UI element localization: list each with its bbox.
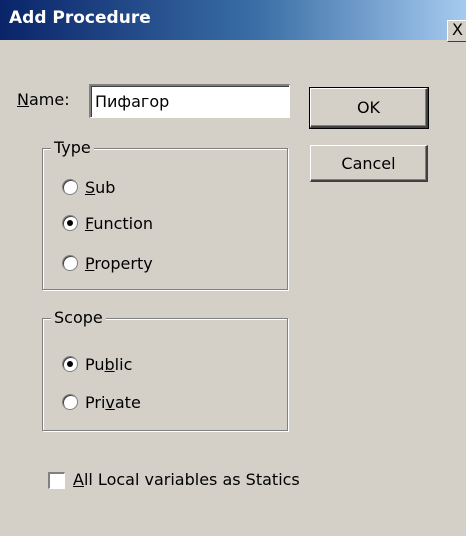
close-button[interactable]: X (447, 20, 466, 42)
radio-public-label: Public (85, 354, 132, 376)
type-group-legend: Type (51, 137, 94, 159)
radio-public-button[interactable] (62, 356, 78, 372)
radio-function-rest: unction (93, 214, 154, 233)
radio-private-accel: v (105, 393, 115, 412)
radio-public-accel: b (104, 355, 115, 374)
radio-private-label: Private (85, 392, 141, 414)
statics-checkbox-accel: A (73, 470, 84, 489)
name-label-accel: N (17, 90, 29, 109)
name-label: Name: (17, 90, 70, 109)
scope-group-legend: Scope (51, 307, 106, 329)
statics-checkbox-label: All Local variables as Statics (73, 469, 300, 491)
radio-public-rest: lic (114, 355, 133, 374)
close-icon: X (452, 20, 463, 39)
radio-sub-label: Sub (85, 177, 115, 199)
radio-property-label: Property (85, 253, 153, 275)
radio-function-label: Function (85, 213, 153, 235)
radio-sub-accel: S (85, 178, 96, 197)
radio-sub-rest: ub (95, 178, 116, 197)
radio-private-rest: ate (114, 393, 141, 412)
radio-sub-button[interactable] (62, 179, 78, 195)
name-label-rest: ame: (28, 90, 70, 109)
radio-property-rest: roperty (94, 254, 153, 273)
radio-function-button[interactable] (62, 215, 78, 231)
radio-property-button[interactable] (62, 255, 78, 271)
ok-button[interactable]: OK (309, 87, 429, 129)
title-bar[interactable]: Add Procedure (0, 0, 466, 40)
type-group: Type Sub Function Property (42, 137, 288, 290)
statics-checkbox-rest: ll Local variables as Statics (83, 470, 300, 489)
cancel-button[interactable]: Cancel (310, 145, 428, 182)
radio-public-pre: Pu (85, 355, 105, 374)
radio-private-pre: Pri (85, 393, 106, 412)
dialog-title: Add Procedure (9, 8, 151, 28)
scope-group: Scope Public Private (42, 307, 288, 431)
radio-private-button[interactable] (62, 394, 78, 410)
name-input[interactable] (89, 84, 290, 118)
statics-checkbox[interactable] (48, 472, 65, 489)
radio-property-accel: P (85, 254, 95, 273)
add-procedure-dialog: Add Procedure X Name: OK Cancel Type Sub… (0, 0, 466, 536)
